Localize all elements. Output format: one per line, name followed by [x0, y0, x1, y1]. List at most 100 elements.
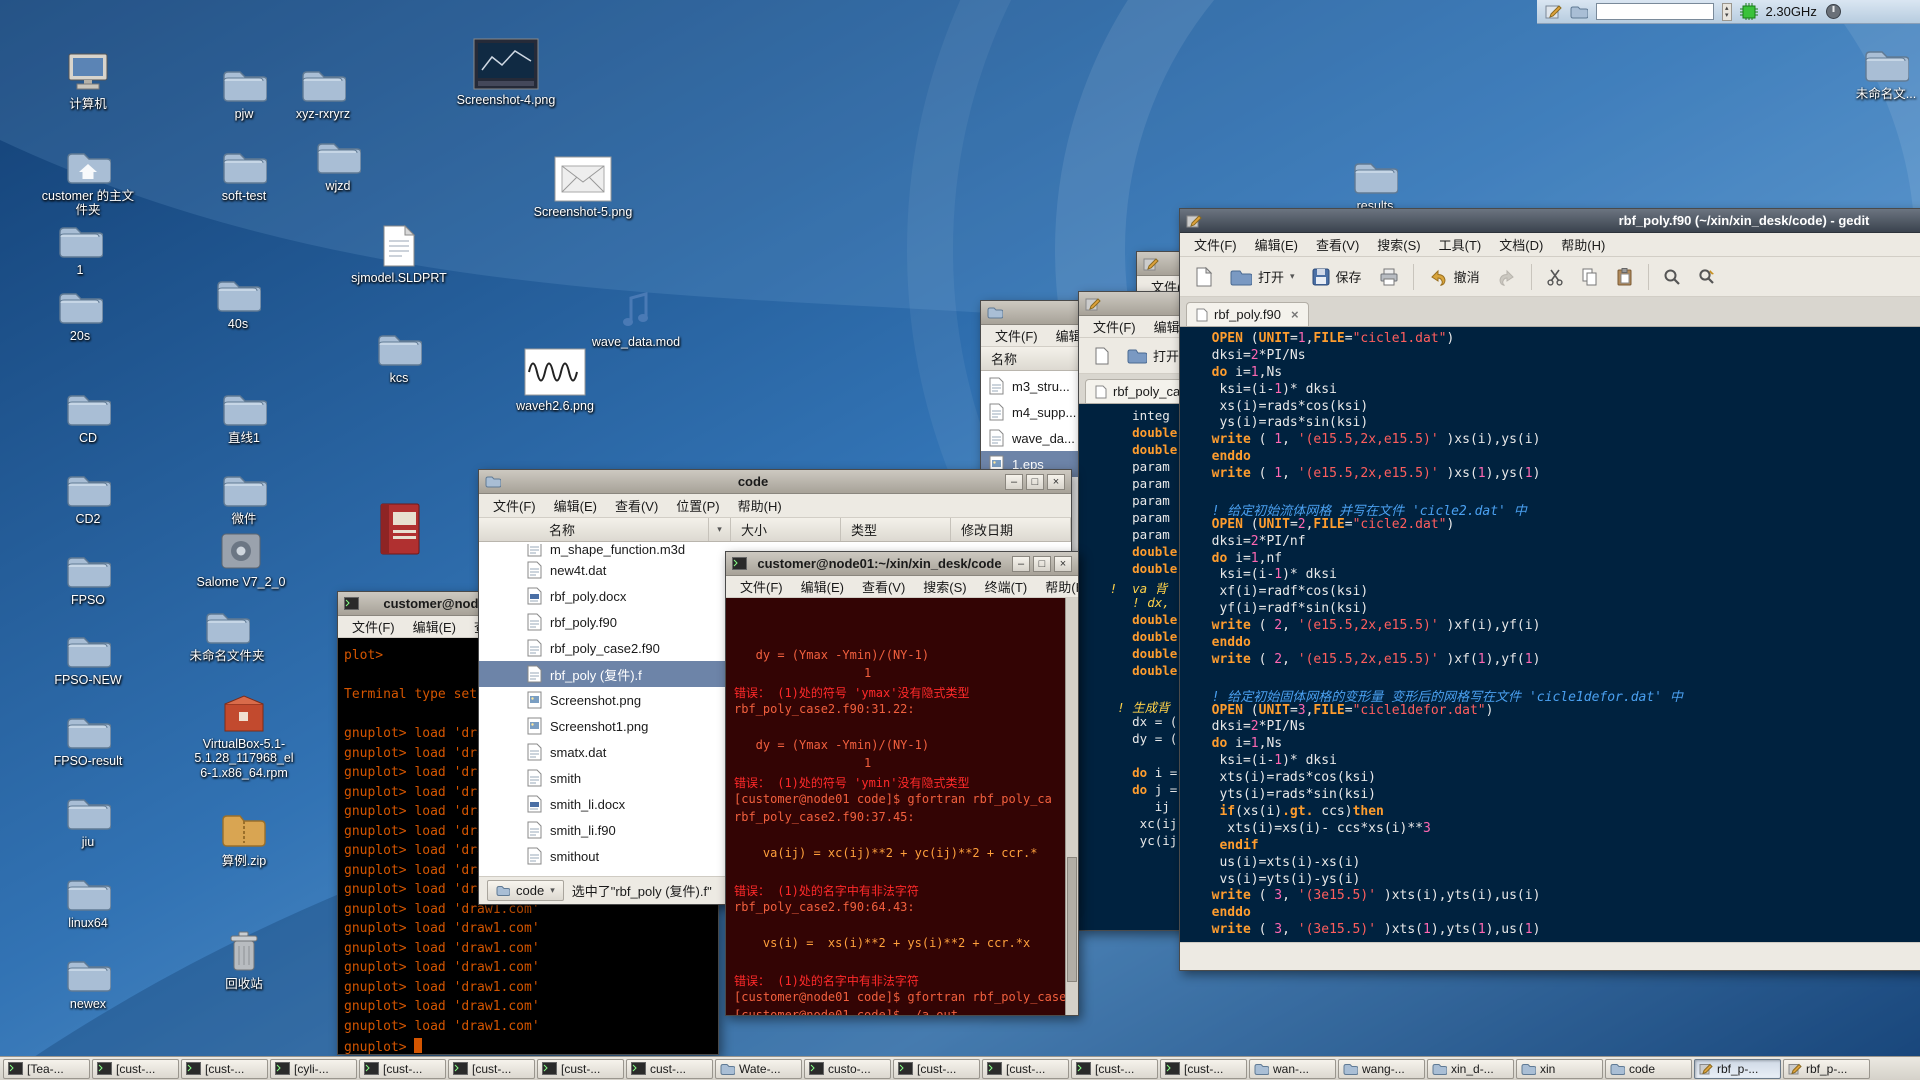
column-header-date[interactable]: 修改日期: [951, 518, 1071, 541]
menu-item[interactable]: 搜索(S): [915, 576, 974, 598]
spin-up-icon[interactable]: ▴: [1725, 5, 1729, 12]
undo-button[interactable]: 撤消: [1421, 262, 1487, 291]
column-header-name[interactable]: 名称: [479, 518, 709, 541]
scrollbar[interactable]: [1065, 598, 1078, 1015]
menu-item[interactable]: 查看(V): [607, 494, 666, 517]
menu-item[interactable]: 位置(P): [668, 494, 727, 517]
taskbar-button[interactable]: cust-...: [626, 1059, 713, 1079]
open-button[interactable]: 打开: [1120, 341, 1186, 370]
new-document-button[interactable]: [1087, 342, 1117, 370]
desktop-icon[interactable]: 1: [30, 206, 130, 277]
column-options-button[interactable]: ▾: [709, 518, 731, 541]
desktop-icon[interactable]: wjzd: [288, 122, 388, 193]
desktop-icon[interactable]: customer 的主文件夹: [38, 132, 138, 218]
tab-rbf-poly-case[interactable]: rbf_poly_ca: [1085, 379, 1190, 403]
taskbar-button[interactable]: wang-...: [1338, 1059, 1425, 1079]
menu-item[interactable]: 编辑(E): [546, 494, 605, 517]
desktop-icon[interactable]: FPSO-result: [38, 697, 138, 768]
tab-rbf-poly-f90[interactable]: rbf_poly.f90×: [1186, 302, 1309, 326]
desktop-icon[interactable]: 计算机: [38, 40, 138, 111]
desktop-icon[interactable]: 40s: [188, 260, 288, 331]
cut-button[interactable]: [1539, 263, 1571, 291]
desktop-icon[interactable]: newex: [38, 940, 138, 1011]
copy-button[interactable]: [1574, 263, 1606, 291]
minimize-button[interactable]: –: [1012, 556, 1030, 572]
taskbar-button[interactable]: [cust-...: [448, 1059, 535, 1079]
taskbar-button[interactable]: [cust-...: [982, 1059, 1069, 1079]
desktop-icon[interactable]: Screenshot-4.png: [456, 36, 556, 107]
maximize-button[interactable]: □: [1033, 556, 1051, 572]
tab-close-icon[interactable]: ×: [1291, 307, 1299, 322]
desktop-icon[interactable]: kcs: [349, 314, 449, 385]
gedit-launcher-icon[interactable]: [1545, 3, 1562, 20]
taskbar-button[interactable]: xin: [1516, 1059, 1603, 1079]
gedit-code-area[interactable]: OPEN (UNIT=1,FILE="cicle1.dat") dksi=2*P…: [1180, 327, 1920, 942]
desktop-icon[interactable]: linux64: [38, 859, 138, 930]
maximize-button[interactable]: □: [1026, 474, 1044, 490]
desktop-icon[interactable]: CD: [38, 374, 138, 445]
taskbar-button[interactable]: [cust-...: [92, 1059, 179, 1079]
find-button[interactable]: [1656, 263, 1688, 291]
save-button[interactable]: 保存: [1305, 262, 1369, 291]
taskbar-button[interactable]: [cust-...: [893, 1059, 980, 1079]
desktop-icon[interactable]: jiu: [38, 778, 138, 849]
redo-button[interactable]: [1490, 263, 1524, 291]
menu-item[interactable]: 文件(F): [1186, 233, 1245, 256]
menu-item[interactable]: 帮助(H): [730, 494, 790, 517]
desktop-icon[interactable]: 未命名文件夹: [177, 592, 277, 663]
scrollbar-thumb[interactable]: [1067, 857, 1077, 982]
desktop-icon[interactable]: Screenshot-5.png: [533, 148, 633, 219]
spin-down-icon[interactable]: ▾: [1725, 12, 1729, 19]
new-document-button[interactable]: [1188, 262, 1220, 292]
menu-item[interactable]: 文件(F): [344, 616, 403, 638]
column-header-size[interactable]: 大小: [731, 518, 841, 541]
desktop-icon[interactable]: wave_data.mod: [586, 278, 686, 349]
desktop-icon[interactable]: 算例.zip: [194, 797, 294, 868]
taskbar-button[interactable]: [cust-...: [1071, 1059, 1158, 1079]
taskbar-button[interactable]: [cust-...: [181, 1059, 268, 1079]
minimize-button[interactable]: –: [1005, 474, 1023, 490]
menu-item[interactable]: 终端(T): [977, 576, 1036, 598]
desktop-icon[interactable]: xyz-rxryrz: [273, 50, 373, 121]
taskbar-button[interactable]: xin_d-...: [1427, 1059, 1514, 1079]
taskbar-button[interactable]: wan-...: [1249, 1059, 1336, 1079]
desktop-icon[interactable]: soft-test: [194, 132, 294, 203]
power-icon[interactable]: [1825, 3, 1842, 20]
menu-item[interactable]: 编辑(E): [1247, 233, 1306, 256]
taskbar-button[interactable]: [Tea-...: [3, 1059, 90, 1079]
taskbar-button[interactable]: [cust-...: [1160, 1059, 1247, 1079]
desktop-icon[interactable]: FPSO: [38, 536, 138, 607]
replace-button[interactable]: [1691, 263, 1723, 291]
taskbar-button[interactable]: [cust-...: [359, 1059, 446, 1079]
desktop-icon[interactable]: [350, 502, 450, 556]
panel-search-input[interactable]: [1596, 3, 1714, 20]
open-button[interactable]: 打开▾: [1223, 262, 1302, 291]
taskbar-button[interactable]: [cust-...: [537, 1059, 624, 1079]
menu-item[interactable]: 文件(F): [485, 494, 544, 517]
cpu-freq-label[interactable]: 2.30GHz: [1766, 4, 1817, 19]
menu-item[interactable]: 搜索(S): [1369, 233, 1428, 256]
desktop-icon[interactable]: 直线1: [194, 374, 294, 445]
window-titlebar[interactable]: code –□×: [479, 470, 1071, 494]
menu-item[interactable]: 编辑(E): [793, 576, 852, 598]
desktop-icon[interactable]: CD2: [38, 455, 138, 526]
menu-item[interactable]: 查看(V): [1308, 233, 1367, 256]
desktop-icon[interactable]: FPSO-NEW: [38, 616, 138, 687]
taskbar-button[interactable]: rbf_p-...: [1783, 1059, 1870, 1079]
taskbar-button[interactable]: [cyli-...: [270, 1059, 357, 1079]
taskbar-button[interactable]: rbf_p-...: [1694, 1059, 1781, 1079]
menu-item[interactable]: 编辑(E): [405, 616, 464, 638]
desktop-icon[interactable]: sjmodel.SLDPRT: [349, 214, 449, 285]
desktop-icon[interactable]: 回收站: [194, 920, 294, 991]
desktop-icon[interactable]: 20s: [30, 272, 130, 343]
print-button[interactable]: [1372, 263, 1406, 291]
menu-item[interactable]: 查看(V): [854, 576, 913, 598]
desktop-icon[interactable]: 微件: [194, 455, 294, 526]
menu-item[interactable]: 文件(F): [987, 325, 1046, 347]
column-header-type[interactable]: 类型: [841, 518, 951, 541]
taskbar-button[interactable]: custo-...: [804, 1059, 891, 1079]
menu-item[interactable]: 工具(T): [1431, 233, 1490, 256]
terminal-screen[interactable]: dy = (Ymax -Ymin)/(NY-1) 1错误： (1)处的符号 'y…: [726, 598, 1078, 1015]
close-button[interactable]: ×: [1047, 474, 1065, 490]
paste-button[interactable]: [1609, 263, 1641, 291]
